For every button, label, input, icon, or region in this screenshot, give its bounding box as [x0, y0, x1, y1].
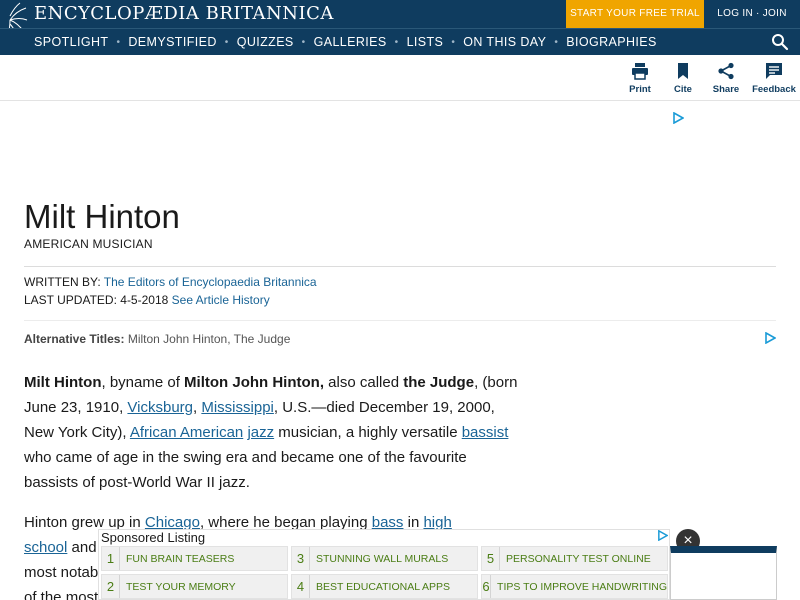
text-run: of the most — [24, 589, 99, 600]
sponsored-item-number: 4 — [292, 575, 310, 598]
nav-separator: • — [301, 36, 306, 48]
nav-entry: • LISTS — [387, 35, 444, 49]
sponsored-title: Sponsored Listing — [101, 530, 206, 545]
last-updated: LAST UPDATED: 4-5-2018 See Article Histo… — [24, 293, 270, 307]
nav-separator: • — [224, 36, 229, 48]
sponsored-item-number: 2 — [102, 575, 120, 598]
cite-label: Cite — [674, 84, 692, 95]
main-nav: SPOTLIGHT • DEMYSTIFIED • QUIZZES • GALLERIES •… — [0, 28, 800, 55]
term-fullname: Milton John Hinton, — [184, 374, 324, 391]
sponsored-item-text: STUNNING WALL MURALS — [316, 552, 449, 565]
adchoices-icon[interactable] — [764, 332, 776, 344]
nav-item-quizzes[interactable]: QUIZZES — [237, 35, 294, 49]
printer-icon — [632, 63, 648, 80]
sponsored-item[interactable]: 1 FUN BRAIN TEASERS — [101, 546, 288, 571]
divider — [24, 320, 776, 321]
alternative-titles: Alternative Titles: Milton John Hinton, … — [24, 332, 290, 346]
side-ad-box — [670, 546, 777, 600]
nav-entry: • DEMYSTIFIED — [108, 35, 216, 49]
free-trial-button[interactable]: START YOUR FREE TRIAL — [566, 0, 704, 28]
alt-titles-label: Alternative Titles: — [24, 332, 125, 346]
nav-separator: • — [116, 36, 121, 48]
updated-date: 4-5-2018 — [120, 293, 169, 307]
feedback-button[interactable]: Feedback — [752, 62, 796, 95]
nav-entry: • GALLERIES — [294, 35, 387, 49]
sponsored-item-text: BEST EDUCATIONAL APPS — [316, 580, 451, 593]
nav-separator: • — [451, 36, 456, 48]
sponsored-item[interactable]: 5 PERSONALITY TEST ONLINE — [481, 546, 668, 571]
nav-entry: • QUIZZES — [217, 35, 294, 49]
text-run: who came of age in the swing era and bec… — [24, 449, 467, 491]
author-link[interactable]: The Editors of Encyclopaedia Britannica — [104, 275, 317, 289]
sponsored-item-number: 5 — [482, 547, 500, 570]
link-african-american[interactable]: African American — [130, 424, 243, 441]
text-run: musician, a highly versatile — [274, 424, 462, 441]
login-join-link[interactable]: LOG IN · JOIN — [704, 0, 800, 28]
text-run: most notab — [24, 564, 99, 581]
nav-entry: • BIOGRAPHIES — [546, 35, 656, 49]
share-label: Share — [712, 84, 740, 95]
article-tools: Print Cite Share Feedback — [0, 55, 800, 101]
feedback-label: Feedback — [752, 84, 796, 95]
nav-item-spotlight[interactable]: SPOTLIGHT — [34, 35, 108, 49]
share-icon — [718, 62, 734, 80]
sponsored-item-number: 1 — [102, 547, 120, 570]
text-run: also called — [324, 374, 404, 391]
term-nickname: the Judge — [403, 374, 475, 391]
sponsored-item-number: 6 — [482, 575, 492, 598]
term-name: Milt Hinton — [24, 374, 102, 391]
page-subtitle: AMERICAN MUSICIAN — [24, 237, 153, 251]
divider — [24, 266, 776, 267]
sponsored-item-text: TIPS TO IMPROVE HANDWRITING — [497, 580, 667, 593]
nav-item-galleries[interactable]: GALLERIES — [314, 35, 387, 49]
adchoices-icon[interactable] — [672, 112, 684, 124]
print-button[interactable]: Print — [618, 62, 662, 95]
written-by: WRITTEN BY: The Editors of Encyclopaedia… — [24, 275, 317, 289]
brand-name[interactable]: ENCYCLOPÆDIA BRITANNICA — [34, 3, 334, 24]
nav-item-biographies[interactable]: BIOGRAPHIES — [566, 35, 657, 49]
top-bar: ENCYCLOPÆDIA BRITANNICA START YOUR FREE … — [0, 0, 800, 45]
sponsored-item[interactable]: 3 STUNNING WALL MURALS — [291, 546, 478, 571]
nav-list: SPOTLIGHT • DEMYSTIFIED • QUIZZES • GALLERIES •… — [34, 29, 657, 55]
nav-item-lists[interactable]: LISTS — [407, 35, 444, 49]
nav-separator: • — [554, 36, 559, 48]
written-by-label: WRITTEN BY: — [24, 275, 101, 289]
sponsored-item-text: FUN BRAIN TEASERS — [126, 552, 235, 565]
sponsored-item[interactable]: 4 BEST EDUCATIONAL APPS — [291, 574, 478, 599]
link-mississippi[interactable]: Mississippi — [201, 399, 274, 416]
text-run: , byname of — [101, 374, 185, 391]
page-title: Milt Hinton — [24, 198, 180, 235]
link-jazz[interactable]: jazz — [247, 424, 274, 441]
link-vicksburg[interactable]: Vicksburg — [127, 399, 193, 416]
adchoices-icon[interactable] — [657, 530, 668, 541]
nav-item-demystified[interactable]: DEMYSTIFIED — [128, 35, 216, 49]
share-button[interactable]: Share — [704, 62, 748, 95]
sponsored-listing: Sponsored Listing 1 FUN BRAIN TEASERS 3 … — [98, 529, 670, 600]
text-run: and — [67, 539, 97, 556]
sponsored-item-text: PERSONALITY TEST ONLINE — [506, 552, 651, 565]
print-label: Print — [629, 84, 651, 95]
search-icon[interactable] — [771, 33, 789, 51]
nav-entry: • ON THIS DAY — [443, 35, 546, 49]
cite-button[interactable]: Cite — [661, 62, 705, 95]
article-paragraph: Milt Hinton, byname of Milton John Hinto… — [24, 370, 524, 495]
bookmark-icon — [678, 63, 688, 79]
feedback-icon — [766, 63, 782, 79]
sponsored-item[interactable]: 6 TIPS TO IMPROVE HANDWRITING — [481, 574, 668, 599]
sponsored-item-number: 3 — [292, 547, 310, 570]
updated-label: LAST UPDATED: — [24, 293, 117, 307]
nav-item-on-this-day[interactable]: ON THIS DAY — [463, 35, 546, 49]
sponsored-item-text: TEST YOUR MEMORY — [126, 580, 236, 593]
article-history-link[interactable]: See Article History — [172, 293, 270, 307]
link-bassist[interactable]: bassist — [462, 424, 509, 441]
sponsored-item[interactable]: 2 TEST YOUR MEMORY — [101, 574, 288, 599]
alt-titles-value: Milton John Hinton, The Judge — [127, 332, 291, 346]
nav-separator: • — [394, 36, 399, 48]
nav-entry: SPOTLIGHT — [34, 35, 108, 49]
